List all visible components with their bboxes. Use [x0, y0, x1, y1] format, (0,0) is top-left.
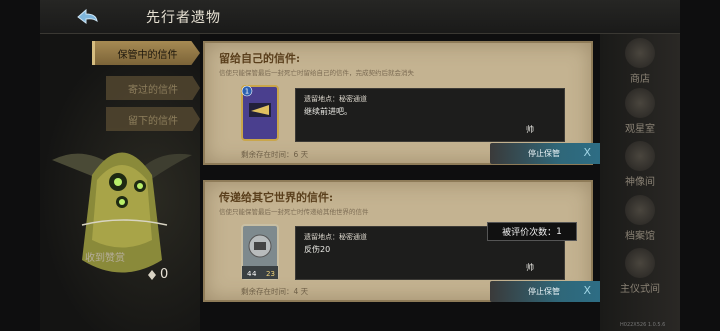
header-bar: 先行者遗物	[40, 0, 680, 34]
version-label: H022X526 1.0.5.6	[620, 322, 666, 328]
nav-label: 主仪式间	[620, 284, 660, 295]
letter-heading: 传递给其它世界的信件:	[219, 191, 334, 204]
tab-label: 寄过的信件	[128, 84, 178, 96]
item-card-art: 1	[241, 85, 279, 141]
stop-keeping-button[interactable]: 停止保管 X	[490, 281, 605, 302]
tab-label: 保管中的信件	[117, 49, 178, 61]
letter-description: 信使只能保管最后一封死亡时传递给其他世界的信件	[219, 208, 369, 216]
remaining-time: 剩余存在时间：4 天	[241, 287, 309, 296]
nav-statue-room[interactable]: 神像间	[610, 141, 670, 193]
letter-message: 继续前进吧。	[304, 107, 352, 116]
letter-description: 信使只能保管最后一封死亡时留给自己的信件，完成契约后就会消失	[219, 69, 414, 77]
letter-heading: 留给自己的信件:	[219, 52, 301, 65]
hooded-creature-illustration	[52, 152, 192, 273]
page-title: 先行者遗物	[146, 10, 221, 26]
nav-label: 观星室	[625, 124, 655, 135]
stop-keeping-label: 停止保管	[528, 287, 560, 296]
remaining-time: 剩余存在时间：6 天	[241, 150, 309, 159]
nav-observatory[interactable]: 观星室	[610, 88, 670, 140]
back-arrow-icon[interactable]	[74, 7, 100, 27]
nav-shop[interactable]: 商店	[610, 38, 670, 90]
nav-main-ritual-room[interactable]: 主仪式间	[610, 248, 670, 300]
ritual-emblem-icon	[625, 248, 655, 278]
nav-archive[interactable]: 档案馆	[610, 195, 670, 247]
letter-message-box: 遗留地点：秘密通道 继续前进吧。 帅	[295, 88, 565, 142]
letter-location: 遗留地点：秘密通道	[304, 95, 367, 103]
rated-label: 被评价次数：	[502, 228, 557, 238]
received-praise-label: 收到赞赏	[85, 253, 125, 264]
stop-keeping-label: 停止保管	[528, 149, 560, 158]
letter-signature: 帅	[526, 125, 534, 134]
card-stat: 23	[266, 270, 275, 278]
close-icon: X	[583, 146, 591, 159]
nav-label: 商店	[630, 74, 650, 85]
shop-emblem-icon	[625, 38, 655, 68]
letter-location: 遗留地点：秘密通道	[304, 233, 367, 241]
received-praise-count: 0	[160, 267, 169, 282]
nav-label: 神像间	[625, 177, 655, 188]
observatory-emblem-icon	[625, 88, 655, 118]
praise-token-icon	[148, 270, 156, 280]
card-stat: 4	[252, 270, 257, 278]
close-icon: X	[583, 284, 591, 297]
card-cost: 1	[245, 88, 249, 96]
nav-label: 档案馆	[625, 231, 655, 242]
tab-sent-letters[interactable]: 寄过的信件	[106, 76, 200, 100]
rated-count-badge: 被评价次数： 1	[487, 222, 577, 241]
archive-emblem-icon	[625, 195, 655, 225]
statue-emblem-icon	[625, 141, 655, 171]
letter-signature: 帅	[526, 263, 534, 272]
item-card-art: 4 4 23	[241, 224, 279, 280]
stop-keeping-button[interactable]: 停止保管 X	[490, 143, 605, 164]
letter-message: 反伤20	[304, 245, 331, 254]
tab-kept-letters[interactable]: 保管中的信件	[92, 41, 200, 65]
rated-count: 1	[556, 226, 562, 237]
